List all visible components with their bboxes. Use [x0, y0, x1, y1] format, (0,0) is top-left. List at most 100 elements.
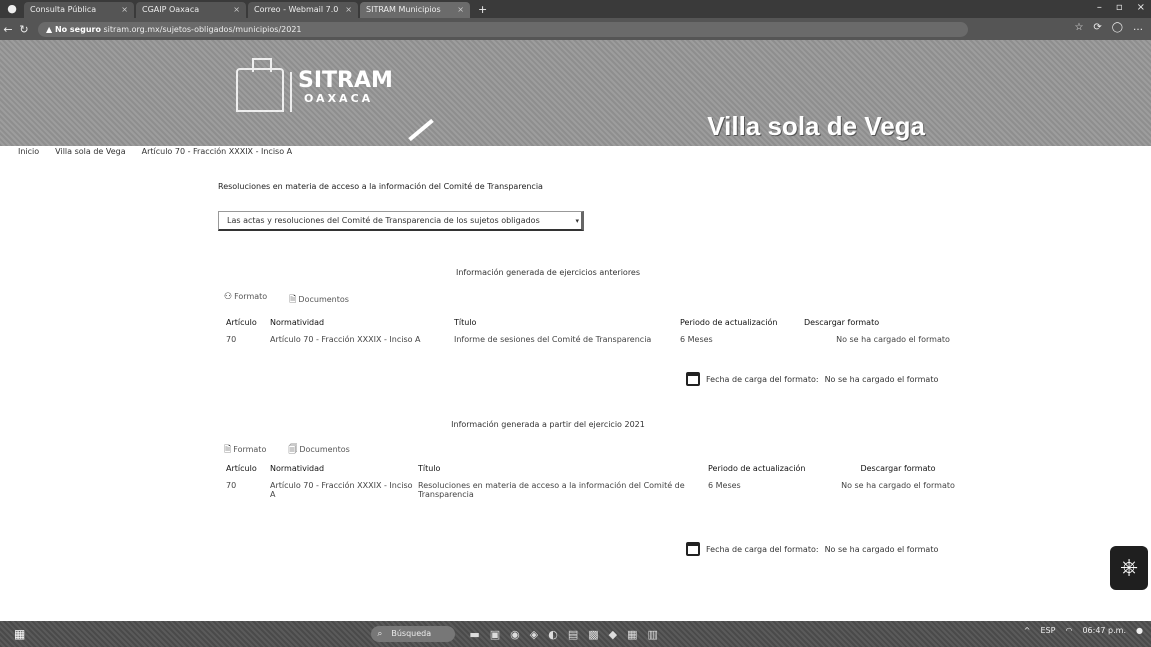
app-icon[interactable]: ◆ [609, 628, 617, 641]
browser-tab[interactable]: Correo - Webmail 7.0 × [248, 2, 358, 18]
chevron-up-icon[interactable]: ^ [1024, 626, 1031, 635]
table-row: 70 Artículo 70 - Fracción XXXIX - Inciso… [224, 329, 984, 350]
table-cell: 70 [226, 335, 237, 344]
close-icon[interactable]: × [233, 2, 240, 18]
app-icon[interactable]: ▩ [588, 628, 598, 641]
notification-icon[interactable]: ● [1136, 626, 1143, 635]
current-upload-date: Fecha de carga del formato: No se ha car… [686, 542, 938, 556]
taskbar-search[interactable]: Búsqueda [371, 626, 456, 642]
system-tray: ^ ESP ◠ 06:47 p.m. ● [1024, 626, 1143, 635]
table-cell: Artículo 70 - Fracción XXXIX - Inciso A [270, 481, 413, 499]
documents-label: Documentos [299, 445, 350, 454]
column-header: Normatividad [270, 318, 325, 327]
language-indicator[interactable]: ESP [1041, 626, 1056, 635]
previous-upload-date: Fecha de carga del formato: No se ha car… [686, 372, 938, 386]
format-tab[interactable]: 🗎 Formato [224, 442, 266, 458]
browser-menu-icon[interactable]: ● [4, 2, 20, 16]
previous-table: Artículo Normatividad Título Periodo de … [224, 316, 984, 350]
maximize-icon[interactable]: ▫ [1116, 2, 1123, 13]
taskbar-apps: ▬ ▣ ◉ ◈ ◐ ▤ ▩ ◆ ▦ ▥ [469, 628, 658, 641]
current-table: Artículo Normatividad Título Periodo de … [224, 462, 984, 505]
column-header: Artículo [226, 464, 257, 473]
column-header: Título [454, 318, 477, 327]
app-icon[interactable]: ◉ [510, 628, 520, 641]
wifi-icon[interactable]: ◠ [1065, 626, 1072, 635]
table-cell: 6 Meses [708, 481, 741, 490]
url-text: sitram.org.mx/sujetos-obligados/municipi… [103, 24, 302, 34]
close-window-icon[interactable]: × [1137, 2, 1145, 13]
tab-label: SITRAM Municipios [366, 5, 441, 14]
current-toolbar: 🗎 Formato 🗐 Documentos [224, 442, 350, 458]
search-placeholder: Búsqueda [391, 629, 432, 638]
main-content: Resoluciones en materia de acceso a la i… [218, 182, 978, 556]
upload-date-label: Fecha de carga del formato: [706, 544, 819, 554]
previous-years-title: Información generada de ejercicios anter… [455, 268, 641, 277]
close-icon[interactable]: × [457, 2, 464, 18]
documents-tab[interactable]: 🗎 Documentos [289, 292, 349, 308]
site-logo[interactable]: SITRAM OAXACA [298, 70, 393, 106]
folder-icon[interactable]: ▤ [568, 628, 578, 641]
document-icon: 🗎 [289, 295, 297, 305]
table-cell: Informe de sesiones del Comité de Transp… [454, 335, 652, 344]
wheel-icon: ⎈ [1120, 555, 1138, 580]
breadcrumb-home[interactable]: Inicio [18, 147, 39, 156]
municipality-name: Villa sola de Vega [707, 111, 925, 141]
more-icon[interactable]: … [1133, 22, 1143, 33]
state-crest-icon [236, 58, 284, 112]
url-field[interactable]: ▲ No seguro sitram.org.mx/sujetos-obliga… [38, 21, 968, 37]
download-format-status: No se ha cargado el formato [836, 335, 950, 344]
download-format-status: No se ha cargado el formato [841, 481, 955, 490]
table-cell: Artículo 70 - Fracción XXXIX - Inciso A [270, 335, 421, 344]
users-icon: ⚇ [224, 292, 233, 302]
obligation-select[interactable]: Las actas y resoluciones del Comité de T… [218, 211, 584, 231]
documents-icon: 🗐 [288, 445, 298, 455]
insecure-label: No seguro [54, 24, 101, 34]
accessibility-button[interactable]: ⎈ [1110, 546, 1148, 590]
column-header: Título [418, 464, 441, 473]
browser-tab-active[interactable]: SITRAM Municipios × [360, 2, 470, 18]
start-icon[interactable]: ▦ [14, 627, 25, 641]
refresh-icon[interactable]: ⟳ [1093, 22, 1101, 33]
upload-date-value: No se ha cargado el formato [824, 374, 939, 384]
landscape-widget-icon[interactable]: ▬ [469, 628, 479, 641]
column-header: Artículo [226, 318, 257, 327]
calendar-icon [686, 372, 700, 386]
site-banner: SITRAM OAXACA Villa sola de Vega [0, 40, 1151, 146]
edge-icon[interactable]: ◐ [548, 628, 558, 641]
clock[interactable]: 06:47 p.m. [1082, 626, 1126, 635]
banner-divider [290, 72, 292, 112]
previous-toolbar: ⚇ Formato 🗎 Documentos [224, 292, 349, 308]
calendar-icon [686, 542, 700, 556]
column-header: Normatividad [270, 464, 325, 473]
minimize-icon[interactable]: – [1097, 2, 1102, 13]
close-icon[interactable]: × [121, 2, 128, 18]
app-icon[interactable]: ▣ [490, 628, 500, 641]
favorite-icon[interactable]: ☆ [1074, 22, 1083, 33]
document-icon: 🗎 [224, 445, 232, 455]
documents-tab[interactable]: 🗐 Documentos [288, 442, 350, 458]
breadcrumb-municipality[interactable]: Villa sola de Vega [55, 147, 125, 156]
address-bar: ← ↻ ▲ No seguro sitram.org.mx/sujetos-ob… [0, 18, 1151, 40]
upload-date-label: Fecha de carga del formato: [706, 374, 819, 384]
column-header: Descargar formato [860, 464, 936, 473]
profile-icon[interactable]: ◯ [1112, 22, 1123, 33]
app-icon[interactable]: ▦ [627, 628, 637, 641]
table-cell: 70 [226, 481, 237, 490]
close-icon[interactable]: × [345, 2, 352, 18]
browser-tab[interactable]: CGAIP Oaxaca × [136, 2, 246, 18]
column-header: Descargar formato [804, 318, 880, 327]
breadcrumb-current: Artículo 70 - Fracción XXXIX - Inciso A [141, 147, 293, 156]
app-icon[interactable]: ▥ [648, 628, 658, 641]
format-label: Formato [233, 445, 267, 454]
new-tab-button[interactable]: + [472, 3, 493, 16]
back-icon[interactable]: ← [0, 23, 16, 36]
reload-icon[interactable]: ↻ [16, 23, 32, 36]
browser-tab[interactable]: Consulta Pública × [24, 2, 134, 18]
browser-tools: ☆ ⟳ ◯ … [1074, 22, 1143, 33]
app-icon[interactable]: ◈ [530, 628, 538, 641]
current-year-title: Información generada a partir del ejerci… [451, 420, 645, 429]
format-tab[interactable]: ⚇ Formato [224, 292, 267, 308]
select-value: Las actas y resoluciones del Comité de T… [227, 216, 540, 225]
table-header-row: Artículo Normatividad Título Periodo de … [224, 462, 984, 475]
browser-tab-bar: ● Consulta Pública × CGAIP Oaxaca × Correo… [0, 0, 1151, 18]
